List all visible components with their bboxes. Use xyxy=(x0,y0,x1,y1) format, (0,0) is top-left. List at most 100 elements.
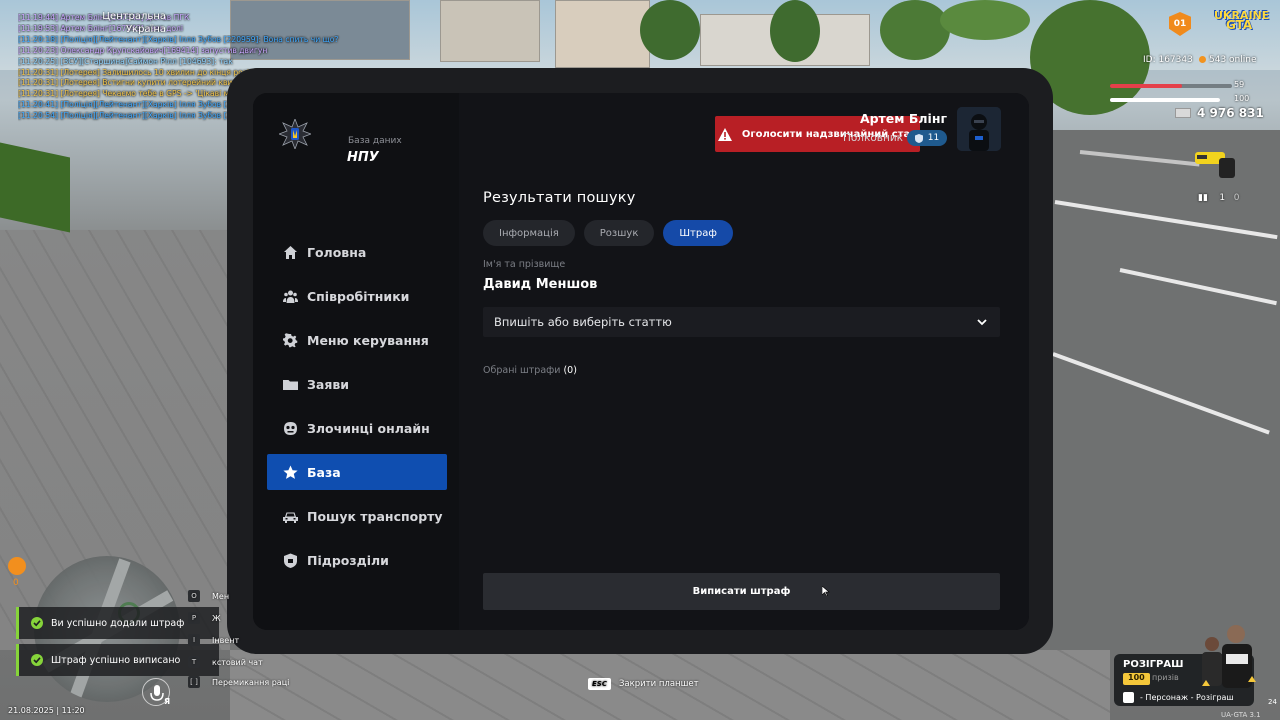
health-bar-fill xyxy=(1110,84,1182,88)
users-icon xyxy=(283,289,298,304)
sidebar-item-3[interactable]: Меню керування xyxy=(267,322,447,358)
armor-bar-fill xyxy=(1110,98,1220,102)
brand-title: НПУ xyxy=(347,150,379,165)
keybind-label: Мен xyxy=(212,591,230,601)
chat-line: [11:20:25] [ЗСУ][Старшина]Саймон Рілл [1… xyxy=(18,56,233,66)
close-tablet-label: Закрити планшет xyxy=(618,679,699,689)
online-count: 543 online xyxy=(1199,55,1257,65)
wrench-icon xyxy=(8,557,26,575)
money-icon xyxy=(1175,108,1191,118)
shield-icon xyxy=(283,553,298,568)
user-profile: Артем Блінг Полковник 11 xyxy=(761,107,1001,151)
sidebar-item-label: База xyxy=(307,464,341,480)
rank-shield-icon xyxy=(914,133,923,143)
avatar xyxy=(957,107,1001,151)
ammo-counter: ▮▮ 1 0 xyxy=(1198,193,1239,203)
search-results-title: Результати пошуку xyxy=(483,190,636,206)
tablet-screen: База даних НПУ Головна Співробітники Меню … xyxy=(253,93,1029,630)
sidebar-item-label: Головна xyxy=(307,244,367,260)
region-line: Центральна xyxy=(102,11,166,22)
article-select-placeholder: Впишіть або виберіть статтю xyxy=(494,315,672,329)
sidebar-nav: Головна Співробітники Меню керування Заяви З… xyxy=(267,234,447,586)
game-tree xyxy=(770,0,820,62)
star-icon xyxy=(283,465,298,480)
toast-message: Ви успішно додали штраф xyxy=(51,617,185,629)
result-tabs: Інформація Розшук Штраф xyxy=(483,220,742,246)
keybind-label: Інвент xyxy=(212,635,240,645)
selected-fines: Обрані штрафи (0) xyxy=(483,365,577,376)
npu-emblem-icon xyxy=(279,119,311,149)
esc-key: ESC xyxy=(588,678,611,690)
toast-message: Штраф успішно виписано xyxy=(51,654,181,666)
sidebar-item-1[interactable]: Головна xyxy=(267,234,447,270)
game-road xyxy=(1050,130,1280,690)
sidebar-item-4[interactable]: Заяви xyxy=(267,366,447,402)
taser-weapon-icon xyxy=(1195,152,1235,178)
game-tree xyxy=(880,0,950,60)
key-cap: T xyxy=(188,656,200,668)
sidebar-item-8[interactable]: Підрозділи xyxy=(267,542,447,578)
tab-3[interactable]: Штраф xyxy=(663,220,733,246)
player-id: ID: 167343 xyxy=(1143,55,1193,65)
game-grass xyxy=(0,142,70,233)
check-icon xyxy=(31,617,43,629)
tab-2[interactable]: Розшук xyxy=(583,220,655,246)
giveaway-count-badge: 100 xyxy=(1123,673,1150,685)
home-icon xyxy=(283,245,298,260)
chat-line: [11:19:53] Артем Блінг[167343] взяв долі xyxy=(18,23,183,33)
key-cap: [ ] xyxy=(188,676,200,688)
chat-line: [11:20:18] [Поліція][Лейтенант][Харків] … xyxy=(18,34,339,44)
rank-level-value: 11 xyxy=(927,133,940,143)
sidebar-item-label: Заяви xyxy=(307,376,350,392)
user-name: Артем Блінг xyxy=(859,111,947,126)
giveaway-prize-label: призів xyxy=(1152,673,1179,682)
sidebar-item-5[interactable]: Злочинці онлайн xyxy=(267,410,447,446)
gear-icon xyxy=(283,332,298,348)
game-tree xyxy=(640,0,700,60)
game-version: UA-GTA 3.1 xyxy=(1221,711,1261,719)
date-time: 21.08.2025 | 11:20 xyxy=(8,706,85,715)
health-value: 59 xyxy=(1234,80,1245,89)
key-cap: I xyxy=(188,634,200,646)
keybind-hint: [ ] Перемикання раці xyxy=(188,676,289,688)
ammo-clip: 1 xyxy=(1219,193,1226,203)
name-label: Ім'я та прізвище xyxy=(483,259,566,270)
game-building xyxy=(555,0,650,68)
chat-line: [11:20:23] Олександр Крупскайович[169414… xyxy=(18,45,268,55)
close-tablet-hint: ESC Закрити планшет xyxy=(588,678,699,690)
keybind-hint: O Мен xyxy=(188,590,229,602)
issue-fine-label: Виписати штраф xyxy=(692,586,791,597)
check-icon xyxy=(31,654,43,666)
mask-icon xyxy=(283,421,298,436)
tab-1[interactable]: Інформація xyxy=(483,220,575,246)
sidebar-item-7[interactable]: Пошук транспорту xyxy=(267,498,447,534)
online-dot-icon xyxy=(1199,56,1206,63)
selected-fines-label: Обрані штрафи xyxy=(483,365,561,376)
sidebar-item-label: Підрозділи xyxy=(307,552,389,568)
tablet-sidebar: База даних НПУ Головна Співробітники Меню … xyxy=(253,93,459,630)
sidebar-item-6[interactable]: База xyxy=(267,454,447,490)
person-name: Давид Меншов xyxy=(483,277,598,292)
sidebar-item-label: Злочинці онлайн xyxy=(307,420,430,436)
giveaway-characters-icon xyxy=(1202,625,1256,688)
sidebar-item-label: Співробітники xyxy=(307,288,410,304)
keybind-hint: I Інвент xyxy=(188,634,239,646)
keybind-label: Ж xyxy=(212,613,221,623)
article-select[interactable]: Впишіть або виберіть статтю xyxy=(483,307,1000,337)
corner-number: 24 xyxy=(1268,698,1277,706)
officer-avatar-icon xyxy=(957,107,1001,151)
sidebar-item-2[interactable]: Співробітники xyxy=(267,278,447,314)
key-cap: O xyxy=(188,590,200,602)
issue-fine-button[interactable]: Виписати штраф xyxy=(483,573,1000,610)
sidebar-item-label: Меню керування xyxy=(307,332,429,348)
user-rank: Полковник xyxy=(842,132,903,144)
giveaway-title: РОЗІГРАШ xyxy=(1123,659,1184,670)
keybind-hint: Tкстовий чат xyxy=(188,656,263,668)
brand-subtitle: База даних xyxy=(348,136,402,146)
armor-value: 100 xyxy=(1234,94,1250,103)
keybind-label: Перемикання раці xyxy=(212,677,290,687)
wrench-count: 0 xyxy=(13,578,19,588)
mic-label: Я xyxy=(164,697,171,706)
mouse-cursor-icon xyxy=(822,586,830,596)
sidebar-item-label: Пошук транспорту xyxy=(307,508,443,524)
